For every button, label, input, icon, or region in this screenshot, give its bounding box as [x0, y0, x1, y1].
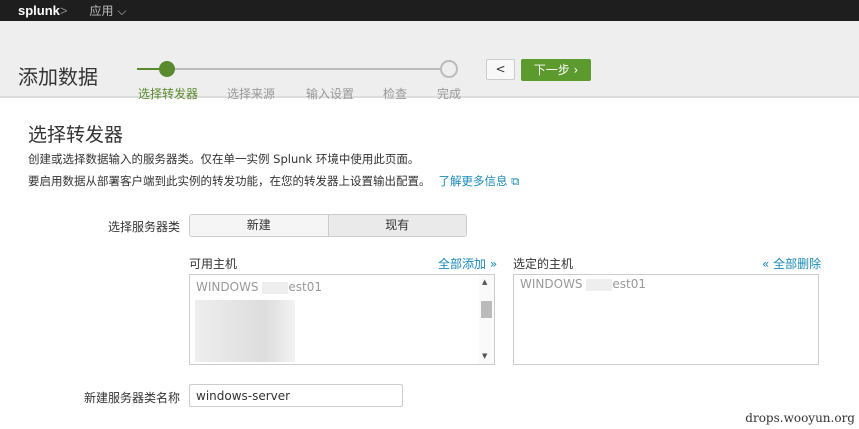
progress-track — [137, 68, 449, 70]
blurred-region — [195, 300, 295, 362]
current-step-dot — [159, 61, 175, 77]
wizard-header: 添加数据 选择转发器 选择来源 输入设置 检查 完成 < 下一步 › — [0, 21, 859, 101]
app-menu[interactable]: 应用 ⌵ — [90, 2, 127, 19]
scroll-up-icon[interactable]: ▲ — [482, 278, 487, 286]
description-2: 要启用数据从部署客户端到此实例的转发功能，在您的转发器上设置输出配置。 了解更多信… — [28, 174, 520, 188]
step-done: 完成 — [437, 87, 462, 101]
step-input-settings: 输入设置 — [306, 87, 355, 101]
new-option[interactable]: 新建 — [190, 215, 328, 236]
top-bar: splunk> 应用 ⌵ — [0, 0, 859, 21]
available-hosts-list: WINDOWS est01 ▲ ▼ — [189, 274, 495, 365]
remove-all-link[interactable]: « 全部删除 — [762, 255, 821, 272]
back-button[interactable]: < — [486, 59, 515, 80]
scroll-down-icon[interactable]: ▼ — [482, 352, 487, 360]
splunk-logo[interactable]: splunk> — [18, 3, 68, 18]
page-title: 添加数据 — [18, 65, 98, 89]
section-heading: 选择转发器 — [28, 124, 124, 146]
server-class-label: 选择服务器类 — [107, 220, 180, 234]
next-button[interactable]: 下一步 › — [521, 59, 591, 81]
existing-option[interactable]: 现有 — [327, 215, 466, 236]
selected-hosts-title: 选定的主机 — [513, 257, 574, 271]
final-step-dot — [440, 60, 458, 78]
watermark: drops.wooyun.org — [745, 411, 855, 425]
step-select-source: 选择来源 — [227, 87, 276, 101]
server-class-toggle: 新建 现有 — [189, 214, 467, 237]
new-class-name-label: 新建服务器类名称 — [83, 391, 180, 405]
available-hosts-title: 可用主机 — [189, 257, 238, 271]
server-class-name-input[interactable] — [189, 384, 403, 407]
list-item[interactable]: WINDOWS est01 — [196, 280, 322, 294]
scroll-thumb[interactable] — [481, 301, 492, 318]
scrollbar[interactable]: ▲ ▼ — [479, 275, 494, 364]
list-item[interactable]: WINDOWS est01 — [520, 277, 646, 291]
add-all-link[interactable]: 全部添加 » — [438, 255, 497, 272]
step-select-forwarder: 选择转发器 — [138, 87, 199, 101]
description-1: 创建或选择数据输入的服务器类。仅在单一实例 Splunk 环境中使用此页面。 — [28, 152, 420, 166]
selected-hosts-list: WINDOWS est01 — [513, 274, 819, 365]
learn-more-link[interactable]: 了解更多信息 ⧉ — [439, 174, 520, 188]
step-review: 检查 — [383, 87, 408, 101]
